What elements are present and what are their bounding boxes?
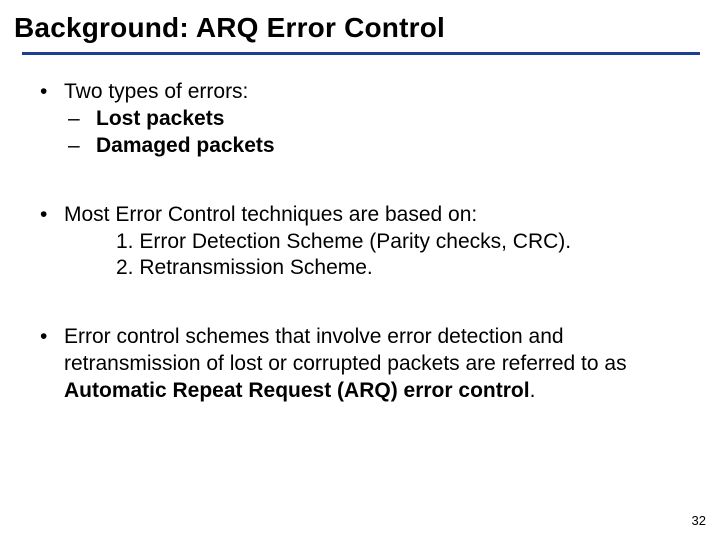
text-run-bold: Automatic Repeat Request (ARQ) error con… xyxy=(64,379,530,402)
slide-title: Background: ARQ Error Control xyxy=(0,0,720,44)
bullet-text: Damaged packets xyxy=(96,133,275,160)
bullet-l1: • Two types of errors: xyxy=(40,79,680,106)
title-rule-wrap xyxy=(0,44,720,55)
page-number: 32 xyxy=(692,513,706,528)
bullet-group: • Two types of errors: – Lost packets – … xyxy=(40,79,680,160)
bullet-marker: • xyxy=(40,324,64,405)
dash-marker: – xyxy=(68,133,96,160)
numbered-line: 2. Retransmission Scheme. xyxy=(40,255,680,282)
text-run: . xyxy=(530,379,536,402)
bullet-group: • Most Error Control techniques are base… xyxy=(40,202,680,283)
bullet-group: • Error control schemes that involve err… xyxy=(40,324,680,405)
text-run: Error control schemes that involve error… xyxy=(64,325,627,375)
bullet-l2: – Lost packets xyxy=(40,106,680,133)
bullet-marker: • xyxy=(40,202,64,229)
dash-marker: – xyxy=(68,106,96,133)
bullet-text: Most Error Control techniques are based … xyxy=(64,202,477,229)
bullet-l1: • Error control schemes that involve err… xyxy=(40,324,680,405)
bullet-marker: • xyxy=(40,79,64,106)
numbered-line: 1. Error Detection Scheme (Parity checks… xyxy=(40,229,680,256)
bullet-l2: – Damaged packets xyxy=(40,133,680,160)
slide: Background: ARQ Error Control • Two type… xyxy=(0,0,720,540)
bullet-text: Lost packets xyxy=(96,106,224,133)
bullet-text: Two types of errors: xyxy=(64,79,248,106)
bullet-l1: • Most Error Control techniques are base… xyxy=(40,202,680,229)
bullet-text: Error control schemes that involve error… xyxy=(64,324,680,405)
slide-content: • Two types of errors: – Lost packets – … xyxy=(0,55,720,405)
